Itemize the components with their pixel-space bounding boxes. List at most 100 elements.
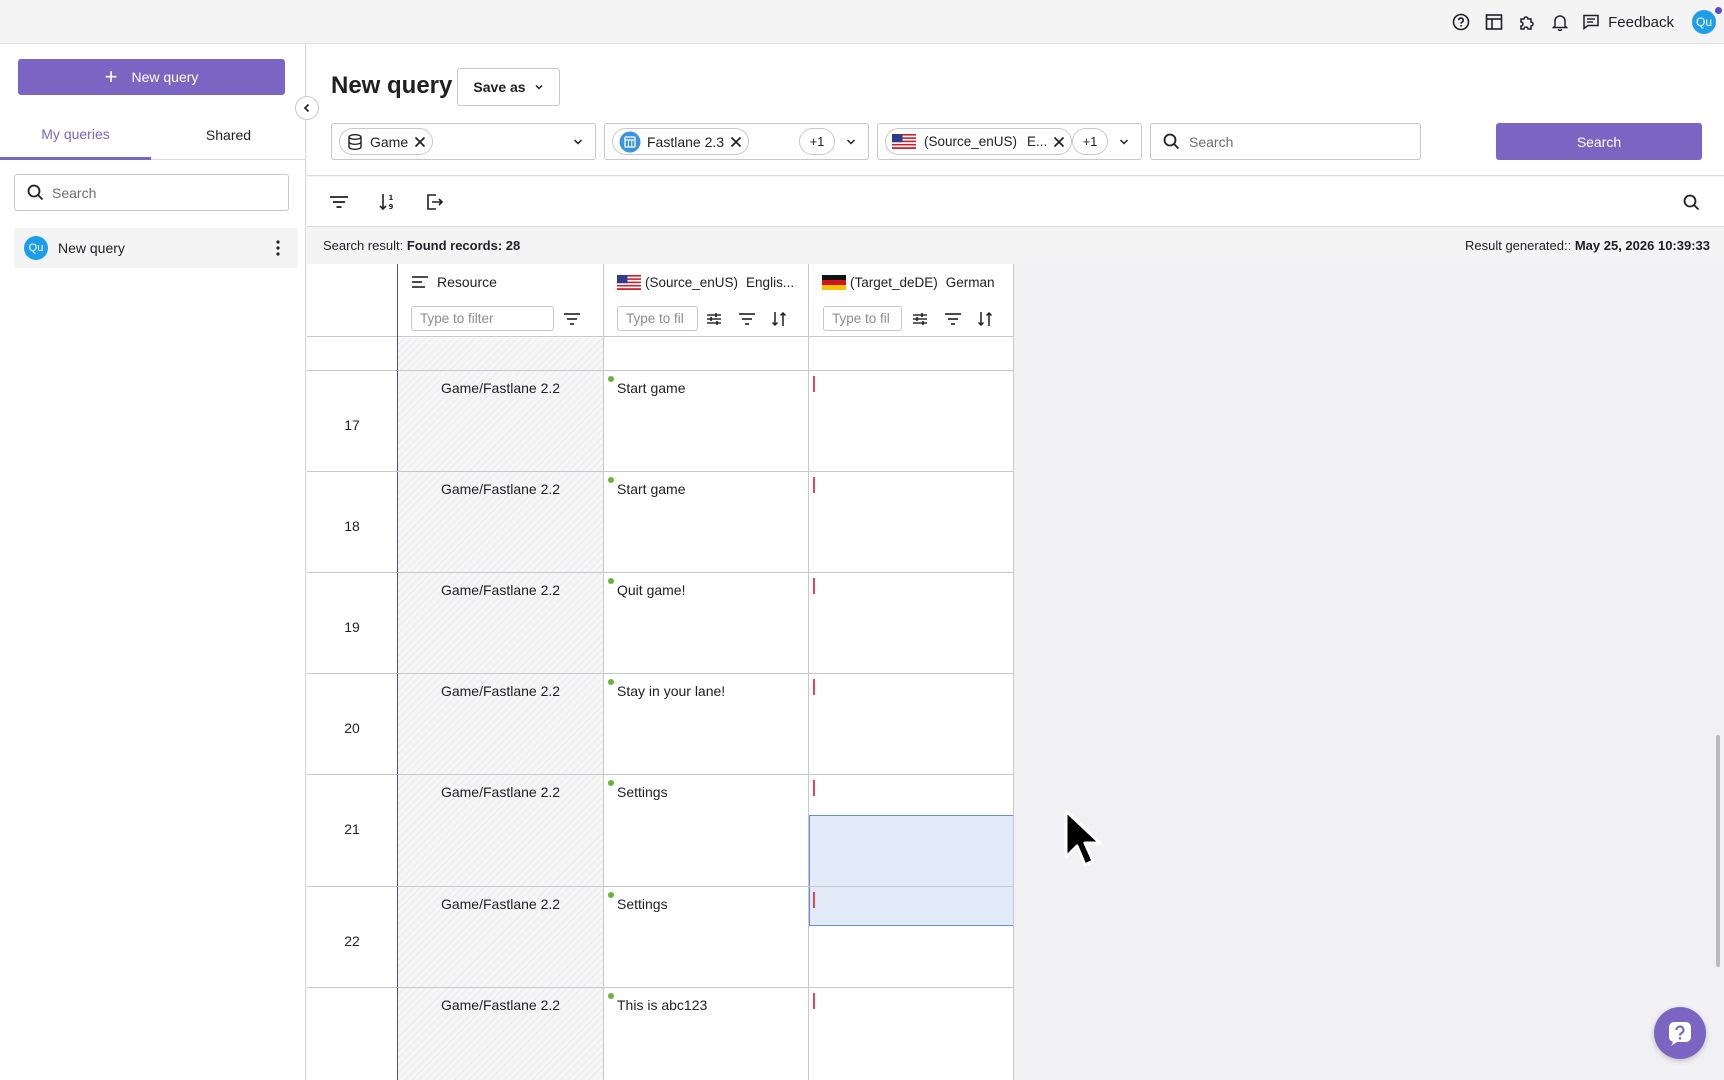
chevron-down-icon[interactable] [1118, 136, 1130, 148]
source-cell[interactable]: Settings [617, 784, 668, 800]
filter-icon[interactable] [562, 309, 582, 329]
sort-icon[interactable] [770, 309, 790, 329]
result-status: Search result: Found records: 28 Result … [307, 228, 1724, 264]
export-icon[interactable] [421, 189, 447, 215]
resource-cell: Game/Fastlane 2.2 [440, 896, 561, 912]
source-cell[interactable]: This is abc123 [617, 997, 707, 1013]
chevron-left-icon [303, 103, 310, 113]
row-number: 17 [344, 417, 360, 433]
chevron-down-icon [535, 84, 543, 90]
project-filter[interactable]: Fastlane 2.3 +1 [604, 123, 869, 160]
database-icon [348, 133, 362, 150]
selected-target-cell[interactable] [809, 815, 1013, 926]
language-chip: (Source_enUS) E... [885, 128, 1073, 155]
source-filter-input[interactable]: Type to fil [617, 306, 698, 331]
tab-my-queries[interactable]: My queries [0, 110, 151, 160]
status-dot [608, 679, 614, 685]
resource-filter-input[interactable]: Type to filter [411, 306, 554, 331]
more-vertical-icon[interactable] [268, 238, 288, 258]
source-cell[interactable]: Start game [617, 481, 685, 497]
sidebar-search-input[interactable]: Search [14, 174, 289, 211]
filter-icon[interactable] [943, 309, 963, 329]
feedback-button[interactable]: Feedback [1576, 8, 1680, 36]
filter-icon[interactable] [326, 189, 352, 215]
status-dot [608, 477, 614, 483]
source-cell[interactable]: Stay in your lane! [617, 683, 725, 699]
found-records-count: Found records: 28 [406, 238, 521, 253]
remove-chip-icon[interactable] [414, 136, 426, 148]
sort-icon[interactable]: 19 [375, 189, 401, 215]
status-dot [608, 376, 614, 382]
save-as-button[interactable]: Save as [457, 68, 560, 106]
us-flag-icon [892, 134, 916, 149]
column-header-target[interactable]: (Target_deDE) German [822, 264, 1007, 300]
column-label: German [945, 274, 995, 290]
new-query-button[interactable]: + New query [18, 59, 285, 95]
collapse-sidebar-button[interactable] [295, 96, 319, 120]
sort-icon[interactable] [976, 309, 996, 329]
empty-target-marker[interactable] [813, 780, 815, 796]
remove-chip-icon[interactable] [1053, 136, 1065, 148]
empty-target-marker[interactable] [813, 578, 815, 594]
feedback-icon [1583, 14, 1599, 30]
results-grid: Resource (Source_enUS) Englis... (Target… [307, 264, 1014, 1080]
column-header-resource[interactable]: Resource [411, 264, 497, 300]
status-dot [608, 993, 614, 999]
sidebar: + New query My queries Shared Search Qu … [0, 44, 306, 1080]
project-chip: Fastlane 2.3 [612, 128, 750, 155]
empty-target-marker[interactable] [813, 376, 815, 392]
row-number: 19 [344, 619, 360, 635]
adjust-icon[interactable] [910, 309, 930, 329]
notification-dot [1715, 7, 1722, 14]
feedback-label: Feedback [1608, 13, 1674, 31]
column-divider [808, 264, 809, 1080]
chevron-down-icon[interactable] [572, 136, 584, 148]
language-chip-code: (Source_enUS) [924, 134, 1018, 149]
empty-target-marker[interactable] [813, 679, 815, 695]
remove-chip-icon[interactable] [730, 136, 742, 148]
found-records: Search result: Found records: 28 [323, 238, 520, 253]
vertical-scrollbar[interactable] [1716, 735, 1720, 967]
page-title: New query [331, 72, 453, 99]
empty-target-marker[interactable] [813, 993, 815, 1009]
us-flag-icon [617, 274, 641, 290]
language-filter[interactable]: (Source_enUS) E... +1 [877, 123, 1142, 160]
search-input[interactable]: Search [1150, 123, 1421, 160]
mouse-cursor-icon [1064, 809, 1102, 867]
database-chip-label: Game [370, 133, 409, 150]
user-avatar[interactable]: Qu [1692, 7, 1722, 34]
help-icon[interactable] [1444, 8, 1477, 36]
search-button[interactable]: Search [1496, 123, 1702, 160]
search-icon[interactable] [1678, 189, 1704, 215]
row-number: 22 [344, 933, 360, 949]
row-number: 18 [344, 518, 360, 534]
empty-target-marker[interactable] [813, 477, 815, 493]
sidebar-tabs: My queries Shared [0, 110, 306, 160]
puzzle-icon[interactable] [1510, 8, 1543, 36]
empty-target-marker[interactable] [813, 892, 815, 908]
column-header-source[interactable]: (Source_enUS) Englis... [617, 264, 802, 300]
query-list-item[interactable]: Qu New query [14, 228, 298, 268]
chevron-down-icon[interactable] [845, 136, 857, 148]
database-filter[interactable]: Game [331, 123, 596, 160]
layout-icon[interactable] [1477, 8, 1510, 36]
more-projects-badge[interactable]: +1 [799, 128, 835, 155]
project-chip-label: Fastlane 2.3 [647, 133, 725, 150]
target-filter-input[interactable]: Type to fil [823, 306, 902, 331]
source-cell[interactable]: Quit game! [617, 582, 685, 598]
filter-icon[interactable] [737, 309, 757, 329]
tab-shared[interactable]: Shared [151, 110, 306, 160]
help-chat-button[interactable] [1654, 1007, 1706, 1059]
source-cell[interactable]: Start game [617, 380, 685, 396]
top-actions: Feedback Qu [1444, 7, 1722, 36]
bell-icon[interactable] [1543, 8, 1576, 36]
source-cell[interactable]: Settings [617, 896, 668, 912]
status-prefix: Search result: [323, 238, 404, 253]
adjust-icon[interactable] [704, 309, 724, 329]
row-divider [307, 673, 1013, 674]
more-languages-badge[interactable]: +1 [1072, 128, 1108, 155]
column-code: (Source_enUS) [645, 274, 739, 290]
avatar-initials: Qu [1695, 15, 1712, 29]
status-dot [608, 780, 614, 786]
svg-text:1: 1 [389, 194, 394, 202]
